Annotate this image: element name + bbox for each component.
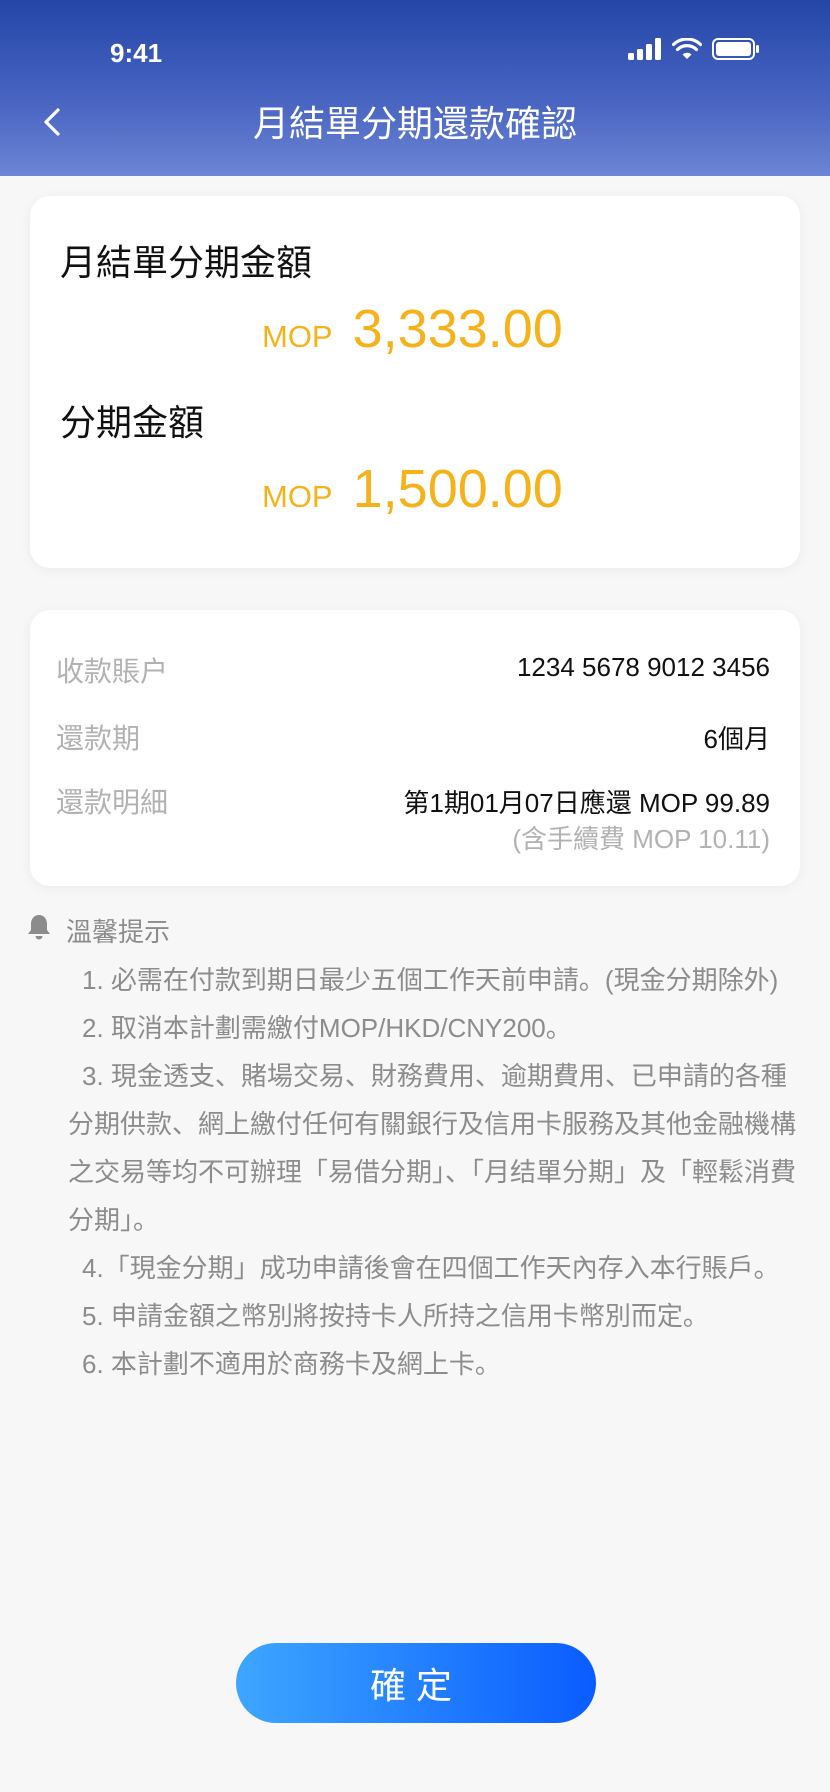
- period-label: 還款期: [56, 723, 141, 754]
- tips-section: 溫馨提示 1. 必需在付款到期日最少五個工作天前申請。(現金分期除外) 2. 取…: [26, 910, 796, 1388]
- account-value: 1234 5678 9012 3456: [516, 652, 770, 682]
- installment-value: 1,500.00: [352, 459, 563, 519]
- statement-value: 3,333.00: [352, 299, 563, 359]
- breakdown-fee: (含手續費 MOP 10.11): [512, 824, 770, 854]
- header-bar: 9:41 月結單分期還款確認: [0, 0, 830, 176]
- amount-card: 月結單分期金額 MOP 3,333.00 分期金額 MOP 1,500.00: [30, 196, 800, 568]
- signal-icon: [628, 37, 662, 65]
- tip-item: 4.「現金分期」成功申請後會在四個工作天內存入本行賬戶。: [82, 1253, 780, 1283]
- status-time: 9:41: [110, 38, 163, 68]
- tip-item: 1. 必需在付款到期日最少五個工作天前申請。(現金分期除外): [82, 965, 779, 995]
- breakdown-label: 還款明細: [56, 787, 169, 818]
- installment-currency: MOP: [262, 479, 333, 514]
- statement-currency: MOP: [262, 319, 333, 354]
- tips-header: 溫馨提示: [26, 910, 796, 950]
- detail-card: 收款賬户 1234 5678 9012 3456 還款期 6個月 還款明細 第1…: [30, 610, 800, 886]
- breakdown-value: 第1期01月07日應還 MOP 99.89: [403, 788, 770, 818]
- confirm-button[interactable]: 確定: [236, 1643, 596, 1723]
- tip-item: 3. 現金透支、賭場交易、財務費用、逾期費用、已申請的各種分期供款、網上繳付任何…: [68, 1061, 797, 1235]
- status-icons: [628, 37, 760, 65]
- tips-list: 1. 必需在付款到期日最少五個工作天前申請。(現金分期除外) 2. 取消本計劃需…: [68, 956, 808, 1388]
- period-value: 6個月: [703, 724, 770, 754]
- statement-installment-label: 月結單分期金額: [60, 242, 313, 283]
- installment-amount-label: 分期金額: [60, 402, 205, 443]
- tip-item: 5. 申請金額之幣別將按持卡人所持之信用卡幣別而定。: [82, 1301, 709, 1331]
- tip-item: 6. 本計劃不適用於商務卡及網上卡。: [82, 1349, 501, 1379]
- tip-item: 2. 取消本計劃需繳付MOP/HKD/CNY200。: [82, 1013, 572, 1043]
- statement-installment-amount: MOP 3,333.00: [262, 298, 563, 360]
- battery-icon: [712, 37, 760, 65]
- bell-icon: [26, 913, 52, 948]
- account-label: 收款賬户: [56, 656, 169, 687]
- tips-title: 溫馨提示: [66, 916, 171, 947]
- page-title: 月結單分期還款確認: [252, 103, 577, 144]
- installment-amount: MOP 1,500.00: [262, 458, 563, 520]
- wifi-icon: [671, 37, 703, 65]
